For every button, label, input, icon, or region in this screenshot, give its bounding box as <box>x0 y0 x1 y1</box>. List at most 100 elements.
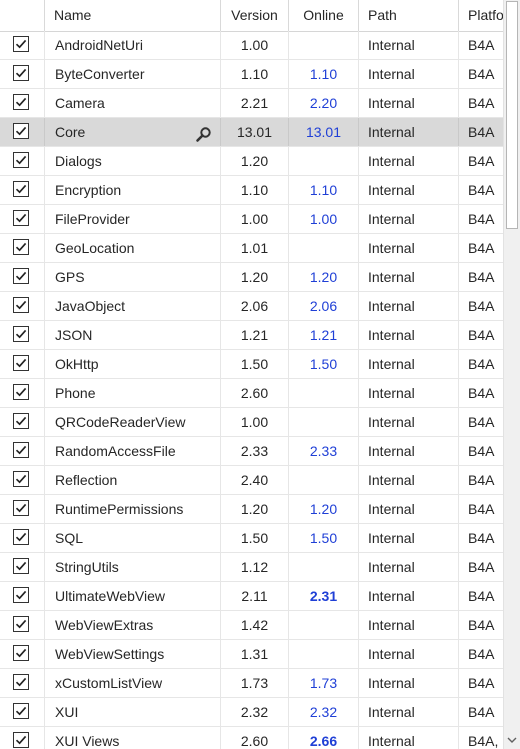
library-name-cell[interactable]: ByteConverter <box>45 60 221 88</box>
library-name-cell[interactable]: Dialogs <box>45 147 221 175</box>
table-row[interactable]: RandomAccessFile 2.33 2.33 Internal B4A <box>0 437 503 466</box>
library-name-cell[interactable]: JavaObject <box>45 292 221 320</box>
library-platform: B4A <box>468 182 495 198</box>
table-row[interactable]: QRCodeReaderView 1.00 Internal B4A <box>0 408 503 437</box>
library-name-cell[interactable]: GeoLocation <box>45 234 221 262</box>
table-row[interactable]: UltimateWebView 2.11 2.31 Internal B4A <box>0 582 503 611</box>
library-name-cell[interactable]: RandomAccessFile <box>45 437 221 465</box>
header-online[interactable]: Online <box>289 0 359 31</box>
header-name[interactable]: Name <box>45 0 221 31</box>
header-checkbox-column[interactable] <box>0 0 45 31</box>
row-checkbox[interactable] <box>13 558 29 574</box>
library-name-cell[interactable]: GPS <box>45 263 221 291</box>
row-checkbox[interactable] <box>13 123 29 139</box>
library-name-cell[interactable]: WebViewExtras <box>45 611 221 639</box>
row-checkbox[interactable] <box>13 384 29 400</box>
table-row[interactable]: Encryption 1.10 1.10 Internal B4A <box>0 176 503 205</box>
library-platform: B4A, <box>468 733 499 749</box>
row-checkbox-cell <box>0 118 45 146</box>
library-name-cell[interactable]: xCustomListView <box>45 669 221 697</box>
row-checkbox[interactable] <box>13 65 29 81</box>
library-platform: B4A <box>468 385 495 401</box>
header-path[interactable]: Path <box>359 0 459 31</box>
row-checkbox[interactable] <box>13 152 29 168</box>
library-online-version: 1.10 <box>289 176 359 204</box>
row-checkbox[interactable] <box>13 239 29 255</box>
table-row[interactable]: Dialogs 1.20 Internal B4A <box>0 147 503 176</box>
row-checkbox[interactable] <box>13 587 29 603</box>
library-name-cell[interactable]: RuntimePermissions <box>45 495 221 523</box>
library-name-cell[interactable]: Core <box>45 118 221 146</box>
library-name-cell[interactable]: JSON <box>45 321 221 349</box>
table-row[interactable]: Camera 2.21 2.20 Internal B4A <box>0 89 503 118</box>
row-checkbox[interactable] <box>13 674 29 690</box>
table-row[interactable]: SQL 1.50 1.50 Internal B4A <box>0 524 503 553</box>
row-checkbox[interactable] <box>13 268 29 284</box>
table-row[interactable]: Phone 2.60 Internal B4A <box>0 379 503 408</box>
library-version: 2.60 <box>221 379 289 407</box>
library-name: xCustomListView <box>55 675 163 691</box>
row-checkbox[interactable] <box>13 36 29 52</box>
table-row[interactable]: GPS 1.20 1.20 Internal B4A <box>0 263 503 292</box>
row-checkbox[interactable] <box>13 645 29 661</box>
table-row[interactable]: Core 13.01 13.01 Internal B4A <box>0 118 503 147</box>
library-name-cell[interactable]: WebViewSettings <box>45 640 221 668</box>
table-row[interactable]: FileProvider 1.00 1.00 Internal B4A <box>0 205 503 234</box>
row-checkbox[interactable] <box>13 355 29 371</box>
row-checkbox[interactable] <box>13 529 29 545</box>
scrollbar-thumb[interactable] <box>506 1 518 229</box>
library-name-cell[interactable]: Phone <box>45 379 221 407</box>
row-checkbox[interactable] <box>13 326 29 342</box>
row-checkbox[interactable] <box>13 210 29 226</box>
table-row[interactable]: GeoLocation 1.01 Internal B4A <box>0 234 503 263</box>
table-row[interactable]: StringUtils 1.12 Internal B4A <box>0 553 503 582</box>
header-platform[interactable]: Platfo <box>459 0 503 31</box>
table-row[interactable]: ByteConverter 1.10 1.10 Internal B4A <box>0 60 503 89</box>
row-checkbox[interactable] <box>13 500 29 516</box>
search-icon[interactable] <box>195 124 212 142</box>
row-checkbox[interactable] <box>13 413 29 429</box>
library-name-cell[interactable]: AndroidNetUri <box>45 31 221 59</box>
table-row[interactable]: XUI Views 2.60 2.66 Internal B4A, <box>0 727 503 749</box>
library-name-cell[interactable]: Encryption <box>45 176 221 204</box>
table-row[interactable]: Reflection 2.40 Internal B4A <box>0 466 503 495</box>
vertical-scrollbar[interactable] <box>503 0 520 749</box>
library-name-cell[interactable]: Camera <box>45 89 221 117</box>
header-version[interactable]: Version <box>221 0 289 31</box>
table-row[interactable]: XUI 2.32 2.32 Internal B4A <box>0 698 503 727</box>
scroll-down-arrow-icon[interactable] <box>507 735 517 745</box>
library-name-cell[interactable]: FileProvider <box>45 205 221 233</box>
library-name-cell[interactable]: OkHttp <box>45 350 221 378</box>
library-platform: B4A <box>468 240 495 256</box>
library-path: Internal <box>359 524 459 552</box>
table-row[interactable]: OkHttp 1.50 1.50 Internal B4A <box>0 350 503 379</box>
table-row[interactable]: JavaObject 2.06 2.06 Internal B4A <box>0 292 503 321</box>
table-row[interactable]: WebViewSettings 1.31 Internal B4A <box>0 640 503 669</box>
library-online-version: 2.32 <box>289 698 359 726</box>
row-checkbox[interactable] <box>13 297 29 313</box>
table-row[interactable]: WebViewExtras 1.42 Internal B4A <box>0 611 503 640</box>
row-checkbox[interactable] <box>13 732 29 748</box>
library-name: ByteConverter <box>55 66 145 82</box>
library-name-cell[interactable]: XUI <box>45 698 221 726</box>
library-path: Internal <box>359 669 459 697</box>
row-checkbox[interactable] <box>13 471 29 487</box>
row-checkbox[interactable] <box>13 94 29 110</box>
table-row[interactable]: xCustomListView 1.73 1.73 Internal B4A <box>0 669 503 698</box>
library-name-cell[interactable]: UltimateWebView <box>45 582 221 610</box>
table-row[interactable]: AndroidNetUri 1.00 Internal B4A <box>0 31 503 60</box>
row-checkbox[interactable] <box>13 181 29 197</box>
row-checkbox-cell <box>0 727 45 749</box>
library-name-cell[interactable]: Reflection <box>45 466 221 494</box>
table-row[interactable]: RuntimePermissions 1.20 1.20 Internal B4A <box>0 495 503 524</box>
row-checkbox[interactable] <box>13 703 29 719</box>
library-name-cell[interactable]: SQL <box>45 524 221 552</box>
library-path: Internal <box>359 727 459 749</box>
row-checkbox[interactable] <box>13 442 29 458</box>
library-name-cell[interactable]: QRCodeReaderView <box>45 408 221 436</box>
table-row[interactable]: JSON 1.21 1.21 Internal B4A <box>0 321 503 350</box>
library-platform: B4A <box>468 675 495 691</box>
row-checkbox[interactable] <box>13 616 29 632</box>
library-name-cell[interactable]: XUI Views <box>45 727 221 749</box>
library-name-cell[interactable]: StringUtils <box>45 553 221 581</box>
